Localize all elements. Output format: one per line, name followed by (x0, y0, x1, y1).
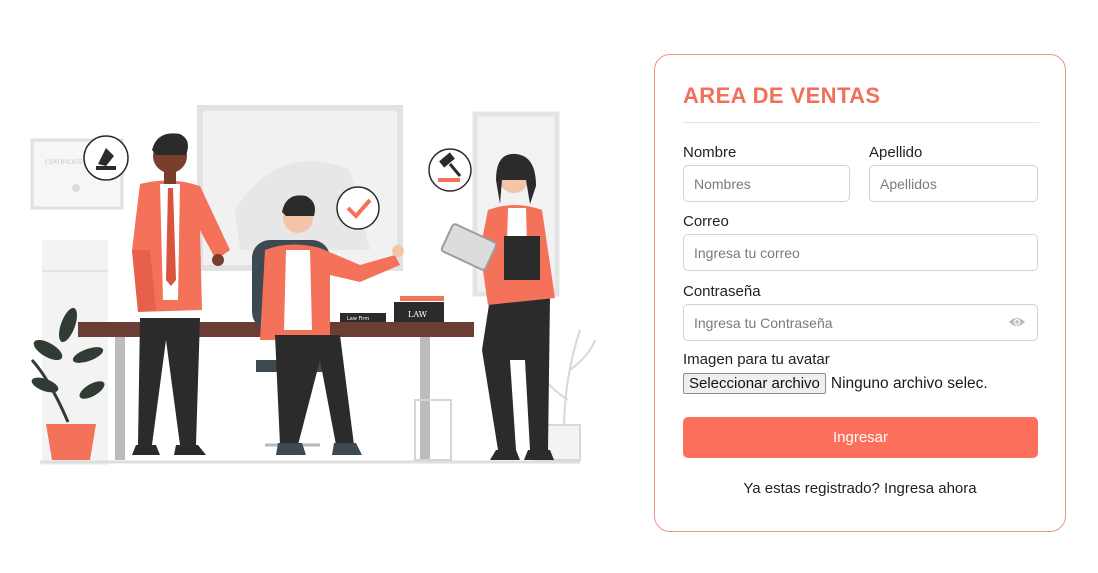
login-link[interactable]: Ingresa ahora (884, 480, 977, 497)
email-label: Correo (683, 213, 729, 230)
choose-file-button[interactable]: Seleccionar archivo (683, 373, 826, 394)
password-field-wrapper (683, 304, 1038, 341)
book-label: LAW (408, 310, 428, 319)
first-name-input[interactable] (683, 165, 850, 202)
file-status-text: Ninguno archivo selec. (830, 374, 988, 392)
login-prompt-text: Ya estas registrado? (743, 480, 880, 497)
avatar-label: Imagen para tu avatar (683, 351, 830, 368)
submit-button[interactable]: Ingresar (683, 417, 1038, 458)
title-divider (683, 122, 1039, 123)
certificate-text: CERTIFICATE (45, 159, 83, 166)
first-name-label: Nombre (683, 144, 737, 161)
file-input-row: Seleccionar archivo Ninguno archivo sele… (683, 373, 988, 394)
last-name-input[interactable] (869, 165, 1038, 202)
password-label: Contraseña (683, 283, 761, 300)
email-input[interactable] (683, 234, 1038, 271)
desk-sign-text: Law Firm (347, 316, 369, 322)
register-card: AREA DE VENTAS Nombre Apellido Correo Co… (654, 54, 1066, 532)
login-prompt: Ya estas registrado? Ingresa ahora (655, 480, 1065, 497)
password-input[interactable] (683, 304, 1038, 341)
pen-bubble-icon (83, 135, 129, 181)
eye-icon[interactable] (1008, 315, 1026, 329)
login-page: CERTIFICATE Law Firm LAW AREA DE VENTAS … (0, 0, 1098, 573)
checkmark-bubble-icon (336, 186, 380, 230)
form-title: AREA DE VENTAS (683, 83, 881, 108)
office-team-illustration: CERTIFICATE Law Firm LAW (30, 105, 596, 465)
gavel-bubble-icon (428, 148, 472, 192)
last-name-label: Apellido (869, 144, 923, 161)
